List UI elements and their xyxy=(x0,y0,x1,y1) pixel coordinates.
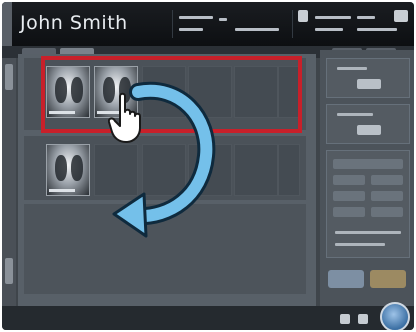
control-button[interactable] xyxy=(371,175,403,185)
hand-pointer-icon xyxy=(108,92,141,143)
control-button[interactable] xyxy=(333,159,403,169)
rail-handle-top[interactable] xyxy=(5,64,13,90)
control-button[interactable] xyxy=(333,175,365,185)
left-rail xyxy=(2,58,16,330)
control-button[interactable] xyxy=(333,191,365,201)
study-info-block xyxy=(292,10,410,38)
patient-header: John Smith xyxy=(2,2,414,46)
control-button[interactable] xyxy=(333,207,365,217)
empty-slot[interactable] xyxy=(234,144,278,196)
empty-slot[interactable] xyxy=(278,144,300,196)
control-group-2 xyxy=(326,104,410,144)
patient-icon xyxy=(298,10,308,22)
logo-badge-icon[interactable] xyxy=(380,302,410,330)
control-button[interactable] xyxy=(357,125,381,135)
patient-info-block xyxy=(172,10,284,38)
patient-name: John Smith xyxy=(20,12,128,34)
control-group-3 xyxy=(326,150,410,258)
control-group-1 xyxy=(326,58,410,98)
right-control-panel xyxy=(320,50,414,306)
status-bar xyxy=(2,306,414,330)
control-button[interactable] xyxy=(357,79,381,89)
header-edge xyxy=(2,2,12,46)
nav-button[interactable] xyxy=(358,314,368,324)
rail-handle-bottom[interactable] xyxy=(5,258,13,284)
action-button-1[interactable] xyxy=(328,270,364,288)
xray-thumbnail-3[interactable] xyxy=(46,144,90,196)
control-button[interactable] xyxy=(371,191,403,201)
action-button-2[interactable] xyxy=(370,270,406,288)
settings-icon[interactable] xyxy=(394,10,408,22)
nav-button[interactable] xyxy=(340,314,350,324)
control-button[interactable] xyxy=(371,207,403,217)
